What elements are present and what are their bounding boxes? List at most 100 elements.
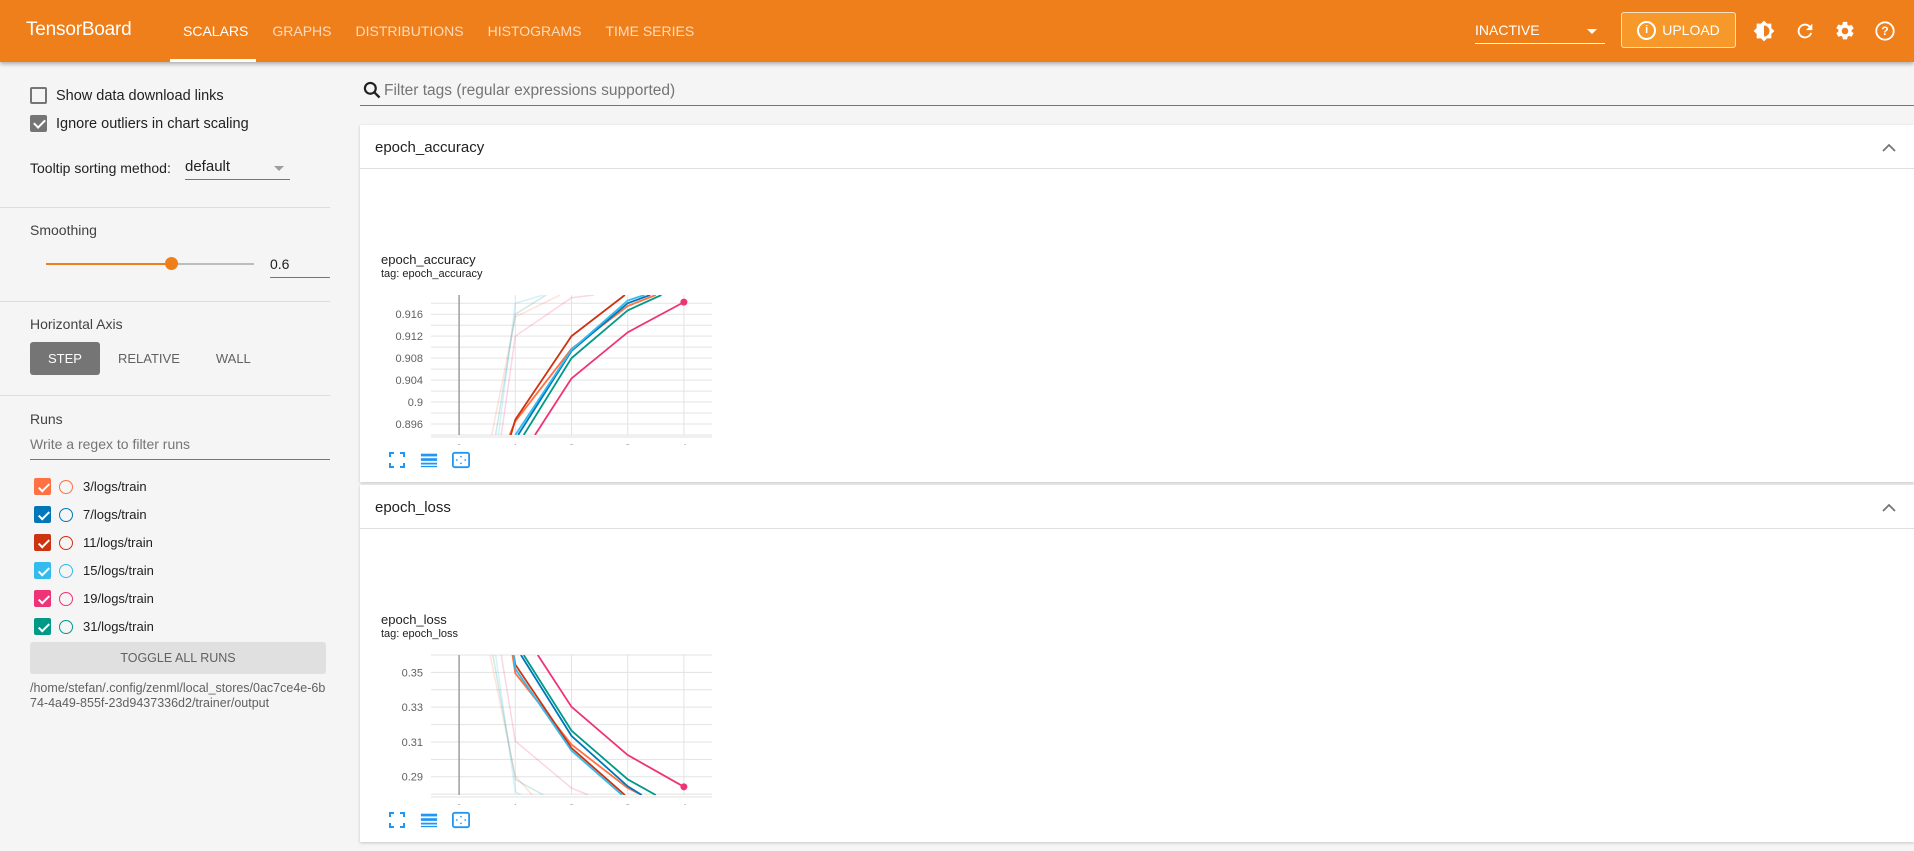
raw-series-line: [490, 295, 561, 435]
x-tick-label: 3: [625, 443, 631, 445]
show-download-links-label: Show data download links: [56, 87, 224, 104]
run-color-circle-icon[interactable]: [59, 563, 73, 578]
run-item[interactable]: 7/logs/train: [34, 506, 147, 523]
top-app-bar: TensorBoard SCALARS GRAPHS DISTRIBUTIONS…: [0, 0, 1914, 62]
horizontal-axis-label: Horizontal Axis: [30, 316, 123, 332]
run-checkbox[interactable]: [34, 590, 51, 607]
smoothing-input[interactable]: 0.6: [270, 252, 330, 278]
run-name: 3/logs/train: [83, 479, 147, 494]
fullscreen-icon[interactable]: [388, 451, 406, 469]
y-tick-label: 0.912: [395, 331, 423, 343]
x-tick-label: 1: [512, 443, 518, 445]
chevron-up-icon[interactable]: [1882, 140, 1896, 158]
chart-tag: tag: epoch_accuracy: [381, 268, 483, 280]
settings-icon[interactable]: [1833, 19, 1857, 43]
logdir-path: /home/stefan/.config/zenml/local_stores/…: [30, 681, 326, 710]
plugin-tabs: SCALARS GRAPHS DISTRIBUTIONS HISTOGRAMS …: [160, 0, 706, 62]
axis-step-button[interactable]: STEP: [30, 342, 100, 375]
x-tick-label: 3: [625, 803, 631, 805]
y-tick-label: 0.9: [408, 397, 423, 409]
plot-area: [490, 295, 685, 435]
series-line: [517, 295, 651, 435]
axis-relative-button[interactable]: RELATIVE: [100, 342, 198, 375]
tag-filter-placeholder: Filter tags (regular expressions support…: [384, 82, 676, 99]
chart-toolbar: [388, 811, 470, 829]
run-checkbox[interactable]: [34, 506, 51, 523]
divider: [0, 301, 330, 302]
theme-toggle-icon[interactable]: [1752, 19, 1776, 43]
fit-domain-icon[interactable]: [452, 811, 470, 829]
tab-histograms[interactable]: HISTOGRAMS: [476, 0, 594, 62]
toggle-all-runs-button[interactable]: TOGGLE ALL RUNS: [30, 642, 326, 674]
axis-wall-button[interactable]: WALL: [198, 342, 269, 375]
run-item[interactable]: 3/logs/train: [34, 478, 147, 495]
chart-tag: tag: epoch_loss: [381, 628, 459, 640]
inactive-plugins-dropdown[interactable]: INACTIVE: [1475, 16, 1605, 44]
chart-toolbar: [388, 451, 470, 469]
tag-group-title: epoch_loss: [375, 499, 451, 516]
tag-group-header[interactable]: epoch_loss: [360, 485, 1914, 529]
tooltip-sorting-value: default: [185, 158, 231, 175]
show-download-links-checkbox[interactable]: [30, 87, 47, 104]
upload-button[interactable]: i UPLOAD: [1621, 12, 1736, 48]
dropdown-caret-icon: [274, 166, 284, 171]
run-item[interactable]: 19/logs/train: [34, 590, 154, 607]
accuracy-chart[interactable]: 0.896 0.9 0.904 0.908 0.912 0.916 0 1 2 3 4: [360, 285, 720, 445]
ignore-outliers-checkbox[interactable]: [30, 115, 47, 132]
run-item[interactable]: 15/logs/train: [34, 562, 154, 579]
x-tick-label: 2: [568, 803, 574, 805]
horizontal-axis-toggle: STEP RELATIVE WALL: [30, 342, 269, 375]
refresh-icon[interactable]: [1793, 19, 1817, 43]
smoothing-slider-fill: [46, 263, 171, 265]
brand-title: TensorBoard: [26, 19, 132, 40]
runs-filter-input[interactable]: Write a regex to filter runs: [30, 436, 330, 460]
tag-group-card: epoch_accuracy epoch_accuracy tag: epoch…: [360, 125, 1914, 482]
main-content: Filter tags (regular expressions support…: [360, 62, 1914, 851]
help-icon[interactable]: ?: [1873, 19, 1897, 43]
run-color-circle-icon[interactable]: [59, 619, 73, 634]
y-tick-label: 0.35: [402, 667, 423, 679]
run-color-circle-icon[interactable]: [59, 507, 73, 522]
tab-graphs[interactable]: GRAPHS: [260, 0, 343, 62]
divider: [0, 207, 330, 208]
tab-time-series[interactable]: TIME SERIES: [593, 0, 706, 62]
run-item[interactable]: 11/logs/train: [34, 534, 153, 551]
tag-group-header[interactable]: epoch_accuracy: [360, 125, 1914, 169]
smoothing-label: Smoothing: [30, 222, 97, 238]
ignore-outliers-option[interactable]: Ignore outliers in chart scaling: [30, 115, 249, 132]
y-tick-label: 0.916: [395, 309, 423, 321]
dropdown-caret-icon: [1587, 29, 1597, 34]
run-item[interactable]: 31/logs/train: [34, 618, 154, 635]
x-tick-label: 0: [456, 443, 462, 445]
x-tick-label: 4: [681, 443, 687, 445]
run-checkbox[interactable]: [34, 618, 51, 635]
smoothing-slider[interactable]: [46, 257, 254, 270]
smoothing-slider-thumb[interactable]: [164, 257, 178, 270]
run-color-circle-icon[interactable]: [59, 591, 73, 606]
tab-scalars[interactable]: SCALARS: [160, 0, 260, 62]
run-checkbox[interactable]: [34, 562, 51, 579]
y-tick-label: 0.896: [395, 419, 423, 431]
tag-filter-input[interactable]: Filter tags (regular expressions support…: [360, 74, 1914, 106]
chevron-up-icon[interactable]: [1882, 500, 1896, 518]
fullscreen-icon[interactable]: [388, 811, 406, 829]
tab-distributions[interactable]: DISTRIBUTIONS: [343, 0, 475, 62]
fit-domain-icon[interactable]: [452, 451, 470, 469]
run-name: 19/logs/train: [83, 591, 154, 606]
run-color-circle-icon[interactable]: [59, 479, 73, 494]
y-tick-label: 0.29: [402, 772, 423, 784]
run-name: 15/logs/train: [83, 563, 154, 578]
run-checkbox[interactable]: [34, 478, 51, 495]
series-endpoint-marker: [680, 298, 688, 306]
run-name: 31/logs/train: [83, 619, 154, 634]
loss-chart[interactable]: 0.29 0.31 0.33 0.35 0 1 2 3 4: [360, 645, 720, 805]
upload-label: UPLOAD: [1662, 22, 1720, 38]
runs-label: Runs: [30, 411, 63, 427]
toggle-log-scale-icon[interactable]: [420, 451, 438, 469]
toggle-log-scale-icon[interactable]: [420, 811, 438, 829]
tooltip-sorting-dropdown[interactable]: default: [185, 158, 290, 180]
run-color-circle-icon[interactable]: [59, 535, 73, 550]
y-tick-label: 0.904: [395, 375, 423, 387]
show-download-links-option[interactable]: Show data download links: [30, 87, 224, 104]
run-checkbox[interactable]: [34, 534, 51, 551]
